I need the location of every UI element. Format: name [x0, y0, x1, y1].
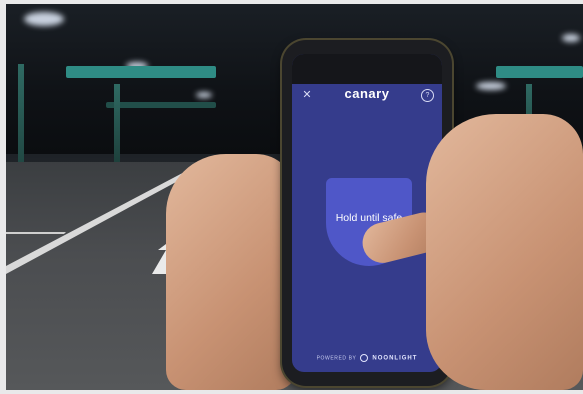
ceiling-beam	[106, 102, 216, 108]
app-header: ✕ canary ?	[292, 84, 442, 110]
ceiling-light	[562, 34, 580, 42]
powered-by-footer: POWERED BY NOONLIGHT	[292, 354, 442, 362]
footer-prefix: POWERED BY	[316, 355, 357, 362]
ceiling-light	[196, 92, 212, 98]
ceiling-beam	[66, 66, 216, 78]
help-icon[interactable]: ?	[421, 89, 434, 102]
garage-pillar	[114, 84, 120, 174]
right-hand	[426, 114, 583, 390]
ceiling-light	[24, 12, 64, 26]
phone-notch	[292, 54, 442, 84]
ceiling-light	[476, 82, 506, 90]
parking-garage-photo: ✕ canary ? Hold until safe POWERED BY NO…	[6, 4, 583, 390]
app-logo: canary	[344, 86, 390, 101]
parking-line	[6, 232, 66, 234]
close-icon[interactable]: ✕	[300, 88, 314, 102]
left-hand	[166, 154, 296, 390]
footer-brand: NOONLIGHT	[372, 355, 418, 362]
ceiling-beam	[496, 66, 583, 78]
noonlight-logo-icon	[360, 354, 369, 362]
